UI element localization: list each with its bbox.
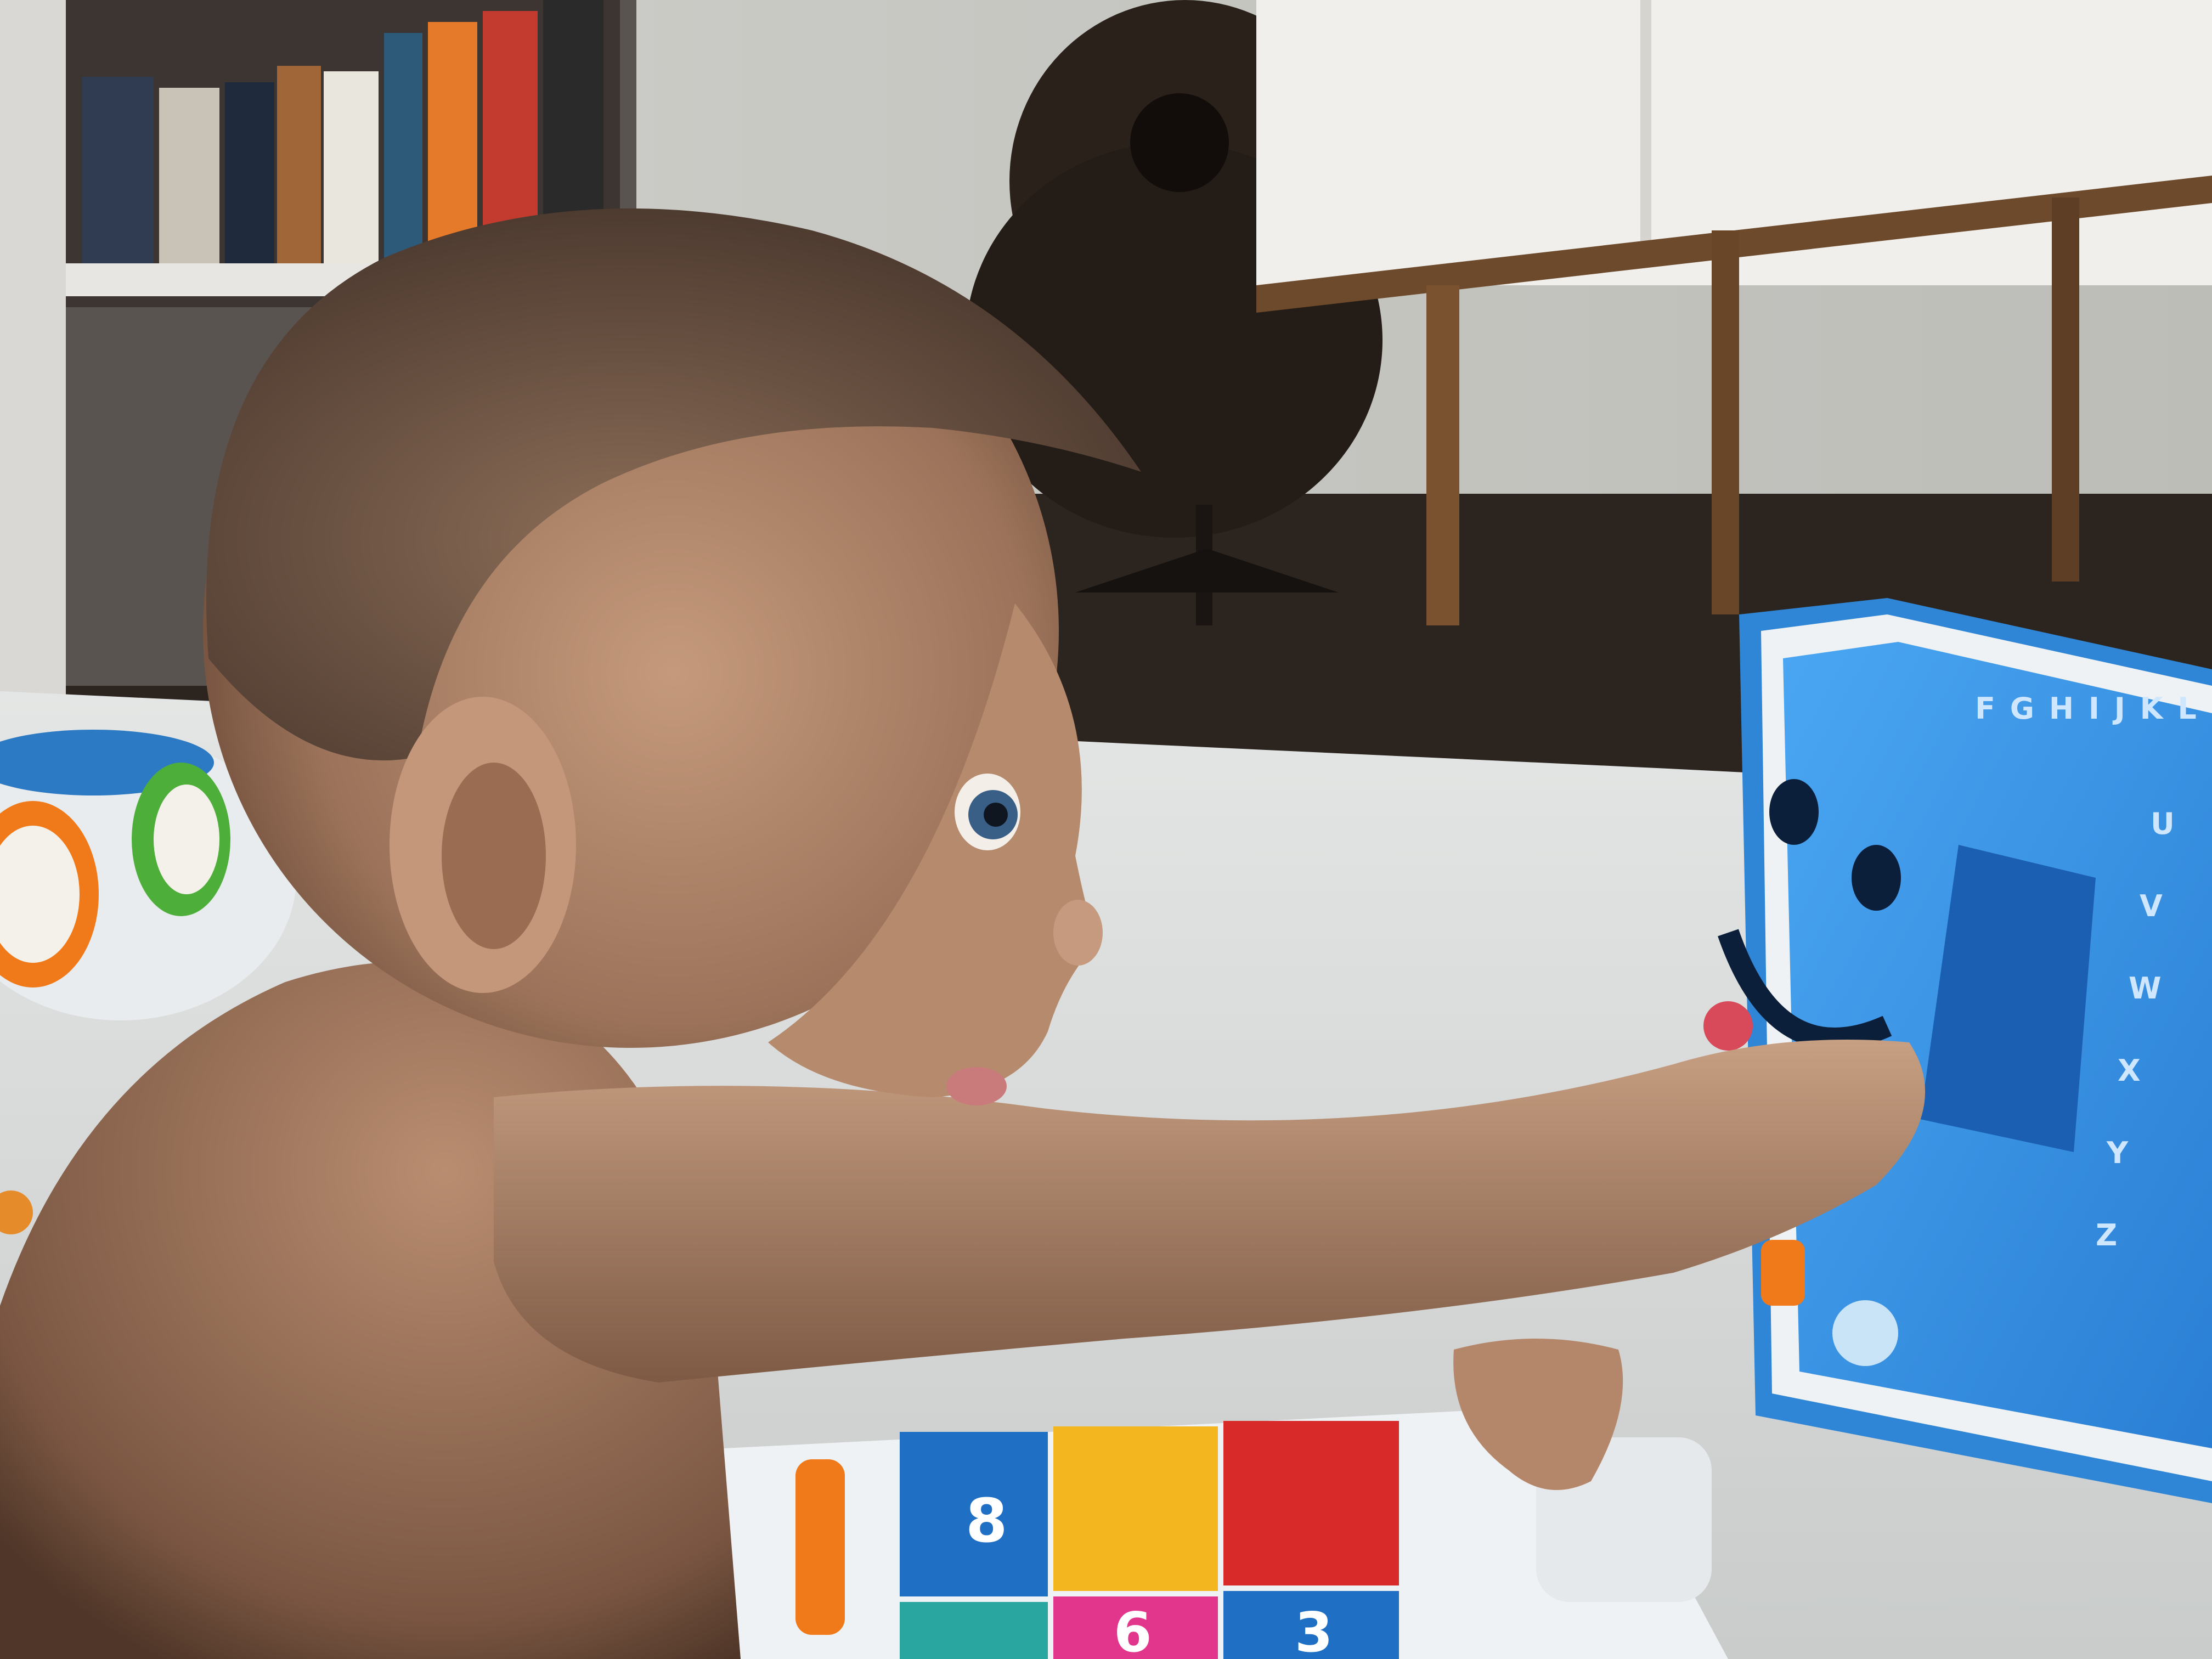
key-label-8: 8	[966, 1486, 1008, 1556]
key	[1223, 1421, 1399, 1585]
key-label-6: 6	[1114, 1600, 1152, 1659]
key-label-3: 3	[1295, 1600, 1333, 1659]
photo-scene: F G H I J K L M U V W X Y Z 8 6 3	[0, 0, 2212, 1659]
key	[1053, 1426, 1218, 1591]
key	[900, 1602, 1048, 1659]
